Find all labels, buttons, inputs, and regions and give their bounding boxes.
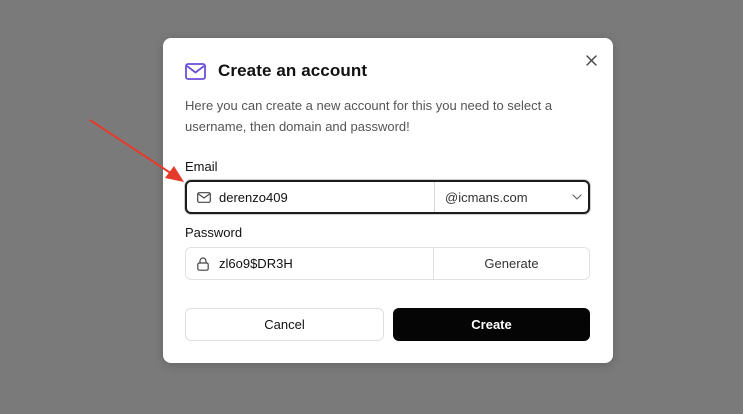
mail-icon [185,60,207,82]
email-username-input[interactable] [219,189,419,205]
generate-password-button[interactable]: Generate [434,248,589,279]
password-label: Password [185,225,243,240]
password-field-group: Generate [185,247,590,280]
chevron-down-icon [572,194,582,200]
password-field[interactable] [186,248,434,279]
dialog-header: Create an account [185,60,367,82]
domain-select-value: @icmans.com [445,189,528,205]
password-input[interactable] [219,256,419,271]
cancel-button[interactable]: Cancel [185,308,384,341]
domain-select[interactable]: @icmans.com [435,182,588,212]
modal-overlay: Create an account Here you can create a … [0,0,743,414]
close-icon [585,54,597,66]
dialog-title: Create an account [218,61,368,80]
email-username-field[interactable] [187,182,435,212]
close-button[interactable] [583,52,599,68]
email-field-group: @icmans.com [185,180,590,214]
create-button[interactable]: Create [393,308,590,341]
dialog-description: Here you can create a new account for th… [185,98,553,134]
lock-icon [197,256,211,271]
email-label: Email [185,159,218,174]
create-account-dialog: Create an account Here you can create a … [163,38,613,363]
mail-icon [197,190,211,204]
